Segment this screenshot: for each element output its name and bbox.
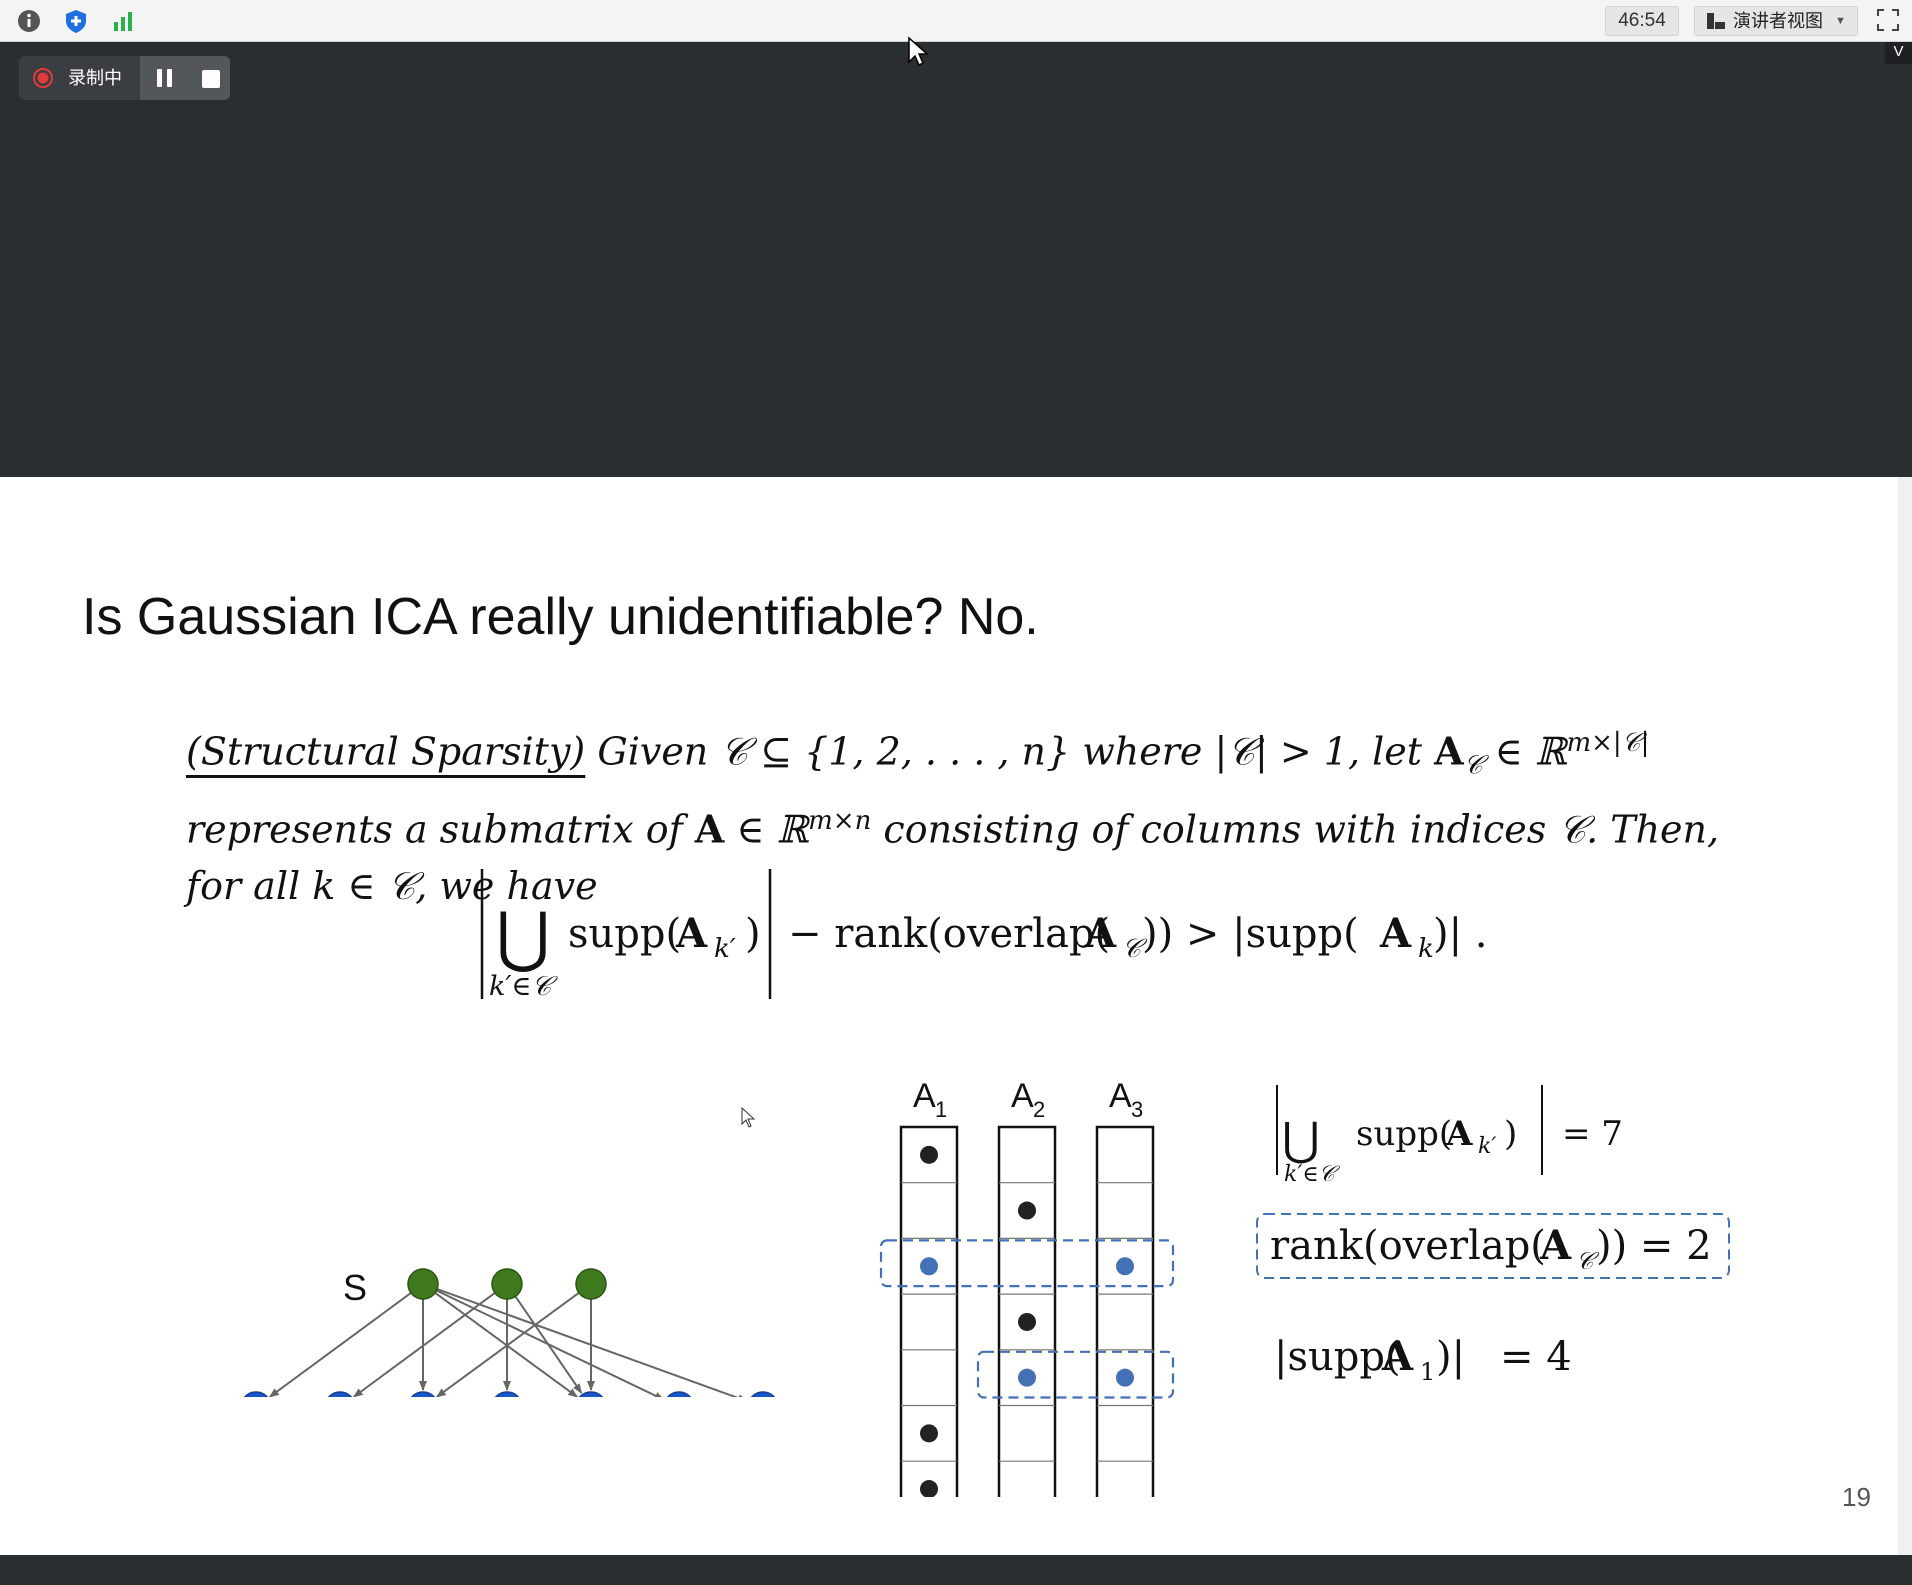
graph-edge [268, 1292, 412, 1397]
source-node [575, 1268, 607, 1300]
observed-node [243, 1391, 269, 1397]
s-label: S [343, 1267, 367, 1308]
observed-node [750, 1391, 776, 1397]
observed-node [666, 1391, 692, 1397]
overlap-dot [1018, 1368, 1036, 1387]
theorem-text: (Structural Sparsity) Given 𝒞 ⊆ {1, 2, .… [186, 715, 1746, 914]
stop-icon[interactable] [202, 70, 220, 88]
theorem-part: ∈ ℝ [724, 807, 809, 852]
recording-status: 录制中 [68, 68, 122, 88]
recording-bar: 录制中 [19, 56, 230, 100]
causal-graph: S X [170, 1267, 776, 1397]
res-eq7: = 7 [1562, 1114, 1623, 1154]
eq-C: 𝒞 [1122, 934, 1148, 964]
bottom-strip [0, 1555, 1912, 1585]
observed-node [410, 1391, 436, 1397]
source-node [491, 1268, 523, 1300]
page-number: 19 [1842, 1482, 1871, 1512]
slide-edge [1898, 477, 1912, 1555]
eq-close: ) [745, 911, 761, 957]
presenter-view-dropdown[interactable]: 演讲者视图 ▼ [1694, 6, 1858, 36]
collapse-toggle[interactable]: V [1885, 42, 1912, 64]
graph-nodes [243, 1268, 776, 1397]
overlap-dot [1116, 1257, 1134, 1276]
bar-chart-icon[interactable] [110, 8, 136, 34]
eq-A: A [1379, 910, 1412, 957]
slide: Is Gaussian ICA really unidentifiable? N… [0, 477, 1898, 1555]
presenter-view-label: 演讲者视图 [1733, 11, 1823, 31]
elapsed-timer: 46:54 [1605, 6, 1679, 36]
res-kprime: k′ [1478, 1134, 1496, 1159]
eq-A: A [675, 910, 708, 957]
recording-controls [140, 56, 230, 100]
res-eq4: = 4 [1500, 1334, 1572, 1380]
theorem-part: ∈ ℝ [1482, 729, 1567, 774]
theorem-subC: 𝒞 [1463, 750, 1483, 781]
support-dot [1018, 1312, 1036, 1331]
observed-node [327, 1391, 353, 1397]
res-one: 1 [1420, 1358, 1435, 1386]
record-icon [33, 68, 53, 88]
eq-k: k [1418, 934, 1434, 964]
eq-kprime: k′ [714, 934, 736, 964]
column-label: A [1109, 1077, 1132, 1115]
theorem-A: A [1434, 728, 1464, 774]
graph-edges [268, 1288, 748, 1397]
res-A: A [1381, 1333, 1414, 1380]
column-label: A [1011, 1077, 1034, 1115]
pointer-cursor-icon [741, 1107, 756, 1128]
graph-edge [436, 1288, 748, 1397]
res-union-sub: k′∈𝒞 [1284, 1162, 1341, 1187]
support-dot [920, 1480, 938, 1497]
res-A: A [1539, 1222, 1572, 1269]
source-node [407, 1268, 439, 1300]
eq-gt: )) > |supp( [1142, 911, 1359, 957]
mouse-cursor-icon [908, 36, 929, 67]
slide-title: Is Gaussian ICA really unidentifiable? N… [82, 588, 1039, 646]
union-symbol: ⋃ [1282, 1112, 1320, 1166]
column-label-sub: 2 [1033, 1097, 1045, 1122]
overlap-dot [920, 1257, 938, 1276]
result-equations: ⋃ k′∈𝒞 supp( A k′ ) = 7 rank(overlap( A … [1256, 1085, 1730, 1386]
res-rank-close: )) = 2 [1596, 1223, 1712, 1269]
theorem-sup: m×|𝒞| [1566, 728, 1650, 758]
fullscreen-icon[interactable] [1876, 8, 1900, 32]
pause-icon[interactable] [155, 68, 175, 88]
res-A: A [1445, 1114, 1473, 1154]
res-supp: supp( [1356, 1114, 1452, 1154]
eq-supp: supp( [568, 911, 681, 957]
x-label: X [170, 1390, 194, 1397]
graph-edge [352, 1292, 496, 1397]
top-toolbar: 46:54 演讲者视图 ▼ [0, 0, 1912, 42]
matrix-body: A1A2A3 [879, 1077, 1175, 1497]
support-dot [920, 1424, 938, 1443]
overlap-dot [1116, 1368, 1134, 1387]
theorem-sup: m×n [808, 806, 872, 837]
theorem-label: (Structural Sparsity) [186, 729, 586, 774]
presenter-view-icon [1707, 13, 1725, 29]
eq-A: A [1084, 910, 1117, 957]
support-dot [920, 1145, 938, 1164]
theorem-A: A [694, 806, 725, 852]
column-label: A [913, 1077, 936, 1115]
support-dot [1018, 1201, 1036, 1220]
eq-union-sub: k′∈𝒞 [489, 971, 558, 1002]
shield-icon[interactable] [63, 8, 89, 34]
column-label-sub: 1 [935, 1097, 947, 1122]
res-close: ) [1504, 1114, 1517, 1154]
graph-edge [436, 1289, 665, 1397]
column-label-sub: 3 [1131, 1097, 1143, 1122]
res-rank-open: rank(overlap( [1270, 1223, 1546, 1269]
res-supp1-close: )| [1436, 1334, 1465, 1380]
support-matrix: A1A2A3 [879, 1077, 1175, 1497]
observed-node [494, 1391, 520, 1397]
theorem-part: Given 𝒞 ⊆ {1, 2, . . . , n} where |𝒞| > … [597, 729, 1423, 774]
theorem-part: represents a submatrix of [186, 807, 695, 852]
eq-minus-rank: − rank(overlap( [788, 911, 1110, 957]
info-icon[interactable] [16, 8, 42, 34]
overlap-box [976, 1350, 1175, 1399]
chevron-down-icon: ▼ [1835, 15, 1846, 27]
graph-edge [514, 1295, 583, 1394]
eq-end: )| . [1433, 911, 1488, 957]
